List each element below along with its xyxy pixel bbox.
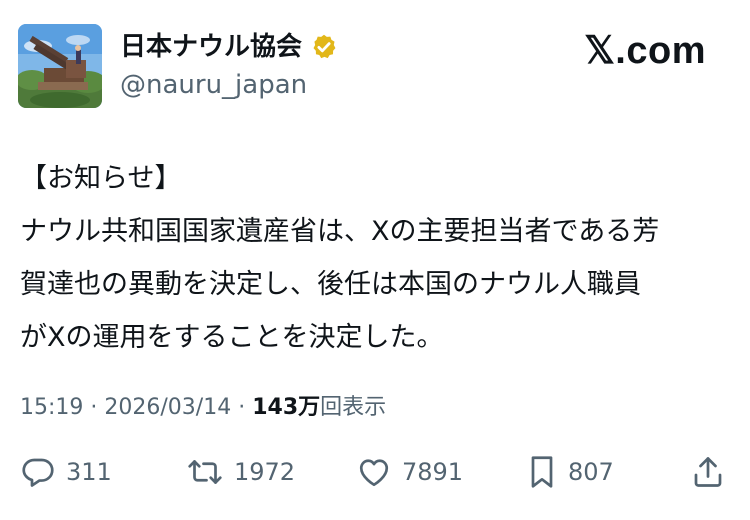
bookmark-button[interactable]: 807 bbox=[526, 448, 614, 496]
reply-count: 311 bbox=[66, 458, 112, 486]
like-button[interactable]: 7891 bbox=[356, 448, 463, 496]
post-meta: 15:19 · 2026/03/14 · 143万回表示 bbox=[20, 392, 386, 424]
repost-count: 1972 bbox=[234, 458, 296, 486]
share-icon bbox=[694, 457, 722, 487]
post-line: ナウル共和国国家遺産省は、Xの主要担当者である芳 bbox=[20, 216, 660, 247]
views-count: 143万 bbox=[252, 395, 321, 420]
meta-separator: · bbox=[90, 395, 98, 420]
reply-button[interactable]: 311 bbox=[20, 448, 112, 496]
post-line: がXの運用をすることを決定した。 bbox=[20, 322, 444, 353]
bookmark-count: 807 bbox=[568, 458, 614, 486]
action-bar: 311 1972 7891 807 bbox=[20, 448, 732, 496]
post-line: 賀達也の異動を決定し、後任は本国のナウル人職員 bbox=[20, 269, 641, 300]
post-date[interactable]: 2026/03/14 bbox=[104, 395, 231, 420]
heart-icon bbox=[359, 459, 389, 487]
post-text: 【お知らせ】 ナウル共和国国家遺産省は、Xの主要担当者である芳 賀達也の異動を決… bbox=[20, 152, 732, 364]
like-count: 7891 bbox=[402, 458, 464, 486]
repost-icon bbox=[188, 460, 222, 484]
repost-button[interactable]: 1972 bbox=[186, 448, 295, 496]
post-line: 【お知らせ】 bbox=[20, 163, 182, 194]
views-label: 回表示 bbox=[320, 395, 387, 420]
display-name[interactable]: 日本ナウル協会 bbox=[120, 30, 338, 64]
post-time[interactable]: 15:19 bbox=[20, 395, 83, 420]
share-button[interactable] bbox=[690, 448, 726, 496]
avatar[interactable] bbox=[18, 24, 102, 108]
x-brand-logo: 𝕏.com bbox=[584, 30, 706, 72]
verified-badge-icon bbox=[310, 33, 338, 61]
reply-icon bbox=[22, 458, 54, 487]
meta-separator: · bbox=[238, 395, 246, 420]
account-handle[interactable]: @nauru_japan bbox=[120, 68, 307, 102]
avatar-image bbox=[18, 24, 102, 108]
display-name-text: 日本ナウル協会 bbox=[120, 32, 303, 62]
bookmark-icon bbox=[531, 456, 553, 488]
